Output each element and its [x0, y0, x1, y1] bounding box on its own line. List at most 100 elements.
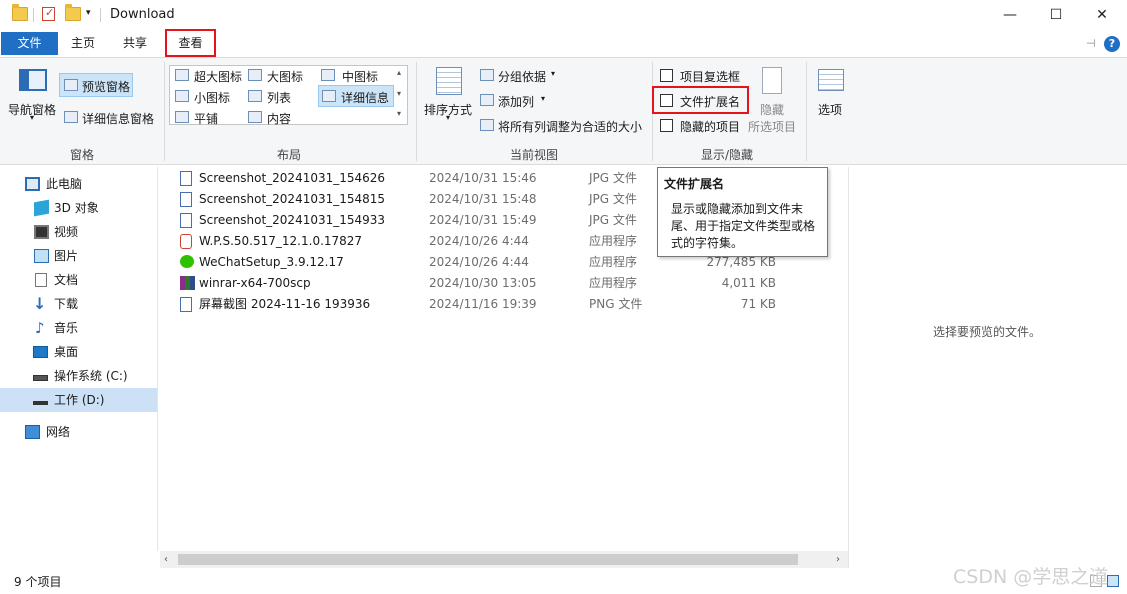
drive-d-icon [33, 401, 48, 405]
network-icon [25, 425, 40, 439]
help-icon[interactable]: ? [1104, 36, 1120, 52]
scrollbar-thumb[interactable] [178, 554, 798, 565]
add-column-button[interactable]: 添加列 [498, 93, 534, 110]
group-divider [806, 62, 807, 161]
sidebar-item-music[interactable]: ♪ 音乐 [0, 316, 157, 340]
gallery-more-icon[interactable]: ▾ [397, 109, 401, 118]
scroll-right-icon[interactable]: › [836, 554, 840, 565]
preview-pane-button[interactable]: 预览窗格 [59, 73, 133, 97]
layout-content[interactable]: 内容 [267, 110, 291, 127]
preview-pane-label: 预览窗格 [82, 80, 131, 94]
large-icons-view-toggle[interactable] [1107, 575, 1119, 587]
layout-small-icons[interactable]: 小图标 [194, 89, 230, 106]
close-button[interactable]: ✕ [1079, 0, 1125, 31]
tiles-icon [175, 111, 189, 123]
image-file-icon [180, 297, 192, 312]
show-hide-group-label: 显示/隐藏 [701, 148, 754, 162]
file-type: JPG 文件 [589, 213, 637, 227]
group-by-button[interactable]: 分组依据 [498, 68, 546, 85]
tab-view[interactable]: 查看 [165, 29, 216, 57]
sidebar-item-desktop[interactable]: 桌面 [0, 340, 157, 364]
sidebar-item-documents[interactable]: 文档 [0, 268, 157, 292]
gallery-down-icon[interactable]: ▾ [397, 89, 401, 98]
file-date: 2024/10/26 4:44 [429, 234, 529, 248]
details-pane-icon [64, 111, 78, 123]
sidebar-item-drive-d[interactable]: 工作 (D:) [0, 388, 157, 412]
file-row[interactable]: winrar-x64-700scp 2024/10/30 13:05 应用程序 … [176, 273, 796, 294]
details-pane-button[interactable]: 详细信息窗格 [82, 110, 154, 127]
options-button[interactable]: 选项 [818, 101, 842, 118]
gallery-up-icon[interactable]: ▴ [397, 68, 401, 77]
chevron-down-icon[interactable]: ▾ [86, 8, 91, 18]
sidebar-item-label: 工作 (D:) [54, 393, 105, 407]
layout-list[interactable]: 列表 [267, 89, 291, 106]
pin-ribbon-icon[interactable]: ⊣ [1086, 37, 1096, 50]
hide-selected-button[interactable]: 隐藏 [760, 101, 784, 118]
sidebar-item-videos[interactable]: 视频 [0, 220, 157, 244]
drive-c-icon [33, 375, 48, 381]
file-name: winrar-x64-700scp [199, 276, 311, 290]
new-folder-icon[interactable] [65, 4, 81, 21]
file-date: 2024/10/31 15:49 [429, 213, 537, 227]
sidebar-item-label: 图片 [54, 249, 79, 263]
tooltip: 文件扩展名 显示或隐藏添加到文件末尾、用于指定文件类型或格式的字符集。 [657, 167, 828, 257]
group-divider [164, 62, 165, 161]
chevron-down-icon[interactable]: ▾ [541, 94, 545, 103]
sidebar-item-label: 3D 对象 [54, 201, 99, 215]
maximize-button[interactable]: ☐ [1033, 0, 1079, 31]
layout-large-icons[interactable]: 大图标 [267, 68, 303, 85]
file-date: 2024/11/16 19:39 [429, 297, 537, 311]
chevron-down-icon[interactable]: ▾ [551, 69, 555, 78]
hidden-items-checkbox[interactable] [660, 119, 673, 132]
chevron-down-icon[interactable]: ▾ [30, 113, 34, 122]
sidebar-item-3d-objects[interactable]: 3D 对象 [0, 196, 157, 220]
file-extensions-checkbox[interactable] [660, 94, 673, 107]
layout-details[interactable]: 详细信息 [318, 85, 394, 107]
tab-share[interactable]: 共享 [116, 32, 154, 55]
navigation-pane-icon[interactable] [19, 69, 47, 91]
sort-icon [436, 67, 462, 95]
scroll-left-icon[interactable]: ‹ [164, 554, 168, 565]
image-file-icon [180, 213, 192, 228]
window-title: Download [110, 7, 175, 22]
file-size: 71 KB [740, 297, 776, 311]
tab-home[interactable]: 主页 [64, 32, 102, 55]
chevron-down-icon[interactable]: ▾ [446, 113, 450, 122]
sidebar-item-pictures[interactable]: 图片 [0, 244, 157, 268]
options-icon [818, 69, 844, 91]
watermark: CSDN @学思之道 [953, 566, 1109, 588]
panes-group-label: 窗格 [70, 148, 95, 162]
sidebar-item-drive-c[interactable]: 操作系统 (C:) [0, 364, 157, 388]
file-type: 应用程序 [589, 255, 638, 269]
large-icons-icon [248, 69, 262, 81]
tab-file[interactable]: 文件 [1, 32, 58, 55]
file-name: WeChatSetup_3.9.12.17 [199, 255, 344, 269]
layout-tiles[interactable]: 平铺 [194, 110, 218, 127]
file-row[interactable]: 屏幕截图 2024-11-16 193936 2024/11/16 19:39 … [176, 294, 796, 315]
layout-medium-icons[interactable]: 中图标 [342, 68, 378, 85]
sidebar-item-this-pc[interactable]: 此电脑 [0, 172, 157, 196]
file-name: W.P.S.50.517_12.1.0.17827 [199, 234, 363, 248]
wps-app-icon [180, 234, 192, 249]
file-date: 2024/10/30 13:05 [429, 276, 537, 290]
music-icon: ♪ [35, 319, 45, 337]
desktop-icon [33, 346, 48, 358]
properties-icon[interactable] [42, 6, 55, 21]
hide-selected-sublabel: 所选项目 [748, 120, 797, 134]
sidebar-item-downloads[interactable]: ↓ 下载 [0, 292, 157, 316]
minimize-button[interactable]: — [987, 0, 1033, 31]
layout-group-label: 布局 [277, 148, 302, 162]
layout-details-label: 详细信息 [341, 91, 390, 105]
file-extensions-label: 文件扩展名 [680, 95, 741, 109]
list-icon [248, 90, 262, 102]
divider [100, 8, 101, 22]
file-type: JPG 文件 [589, 192, 637, 206]
item-checkboxes-checkbox[interactable] [660, 69, 673, 82]
video-icon [34, 225, 49, 239]
sidebar-item-network[interactable]: 网络 [0, 420, 157, 444]
fit-columns-button[interactable]: 将所有列调整为合适的大小 [498, 118, 642, 135]
layout-extra-large-icons[interactable]: 超大图标 [194, 68, 242, 85]
documents-icon [35, 273, 47, 287]
image-file-icon [180, 192, 192, 207]
preview-pane-icon [64, 79, 78, 91]
